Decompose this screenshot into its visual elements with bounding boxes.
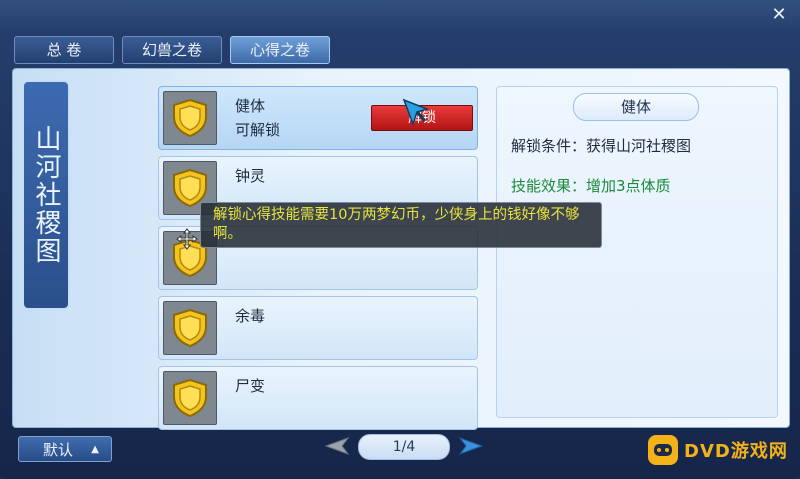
shield-icon bbox=[163, 91, 217, 145]
close-icon: ✕ bbox=[771, 4, 787, 25]
skill-list: 健体 可解锁 解锁 钟灵 余毒 尸变 bbox=[158, 86, 478, 436]
skill-item-yudu[interactable]: 余毒 bbox=[158, 296, 478, 360]
banner-title: 山河社稷图 bbox=[31, 125, 61, 265]
detail-title: 健体 bbox=[573, 93, 699, 121]
skill-detail-panel: 健体 解锁条件：获得山河社稷图 技能效果：增加3点体质 bbox=[496, 86, 778, 418]
cursor-icon bbox=[402, 98, 430, 127]
skill-item-shibian[interactable]: 尸变 bbox=[158, 366, 478, 430]
sort-label: 默认 bbox=[43, 441, 74, 459]
skill-status: 可解锁 bbox=[235, 121, 281, 139]
skill-effect: 技能效果：增加3点体质 bbox=[511, 177, 671, 195]
tab-pets[interactable]: 幻兽之卷 bbox=[122, 36, 222, 64]
tab-bar: 总 卷 幻兽之卷 心得之卷 bbox=[14, 36, 330, 64]
skill-name: 钟灵 bbox=[235, 167, 266, 185]
skill-name: 健体 bbox=[235, 97, 266, 115]
prev-page-button[interactable] bbox=[320, 434, 352, 458]
next-page-button[interactable] bbox=[456, 434, 488, 458]
shield-icon bbox=[163, 301, 217, 355]
gamepad-icon bbox=[648, 435, 678, 465]
watermark: DVD游戏网 bbox=[648, 432, 794, 468]
skill-item-jianti[interactable]: 健体 可解锁 解锁 bbox=[158, 86, 478, 150]
skill-name: 尸变 bbox=[235, 377, 266, 395]
close-button[interactable]: ✕ bbox=[768, 4, 790, 26]
title-bar: ✕ bbox=[0, 0, 800, 30]
skill-name: 余毒 bbox=[235, 307, 266, 325]
game-window: ✕ 总 卷 幻兽之卷 心得之卷 山河社稷图 健体 可解锁 解锁 钟灵 bbox=[0, 0, 800, 479]
unlock-condition: 解锁条件：获得山河社稷图 bbox=[511, 137, 692, 155]
move-cursor-icon bbox=[176, 228, 198, 250]
watermark-text: DVD游戏网 bbox=[684, 441, 788, 462]
scroll-banner: 山河社稷图 bbox=[22, 80, 70, 310]
shield-icon bbox=[163, 371, 217, 425]
chevron-up-icon: ▲ bbox=[91, 444, 99, 455]
tooltip: 解锁心得技能需要10万两梦幻币，少侠身上的钱好像不够啊。 bbox=[200, 202, 602, 248]
tab-general[interactable]: 总 卷 bbox=[14, 36, 114, 64]
page-indicator: 1/4 bbox=[358, 434, 450, 460]
tab-insights[interactable]: 心得之卷 bbox=[230, 36, 330, 64]
sort-dropdown[interactable]: 默认 ▲ bbox=[18, 436, 112, 462]
